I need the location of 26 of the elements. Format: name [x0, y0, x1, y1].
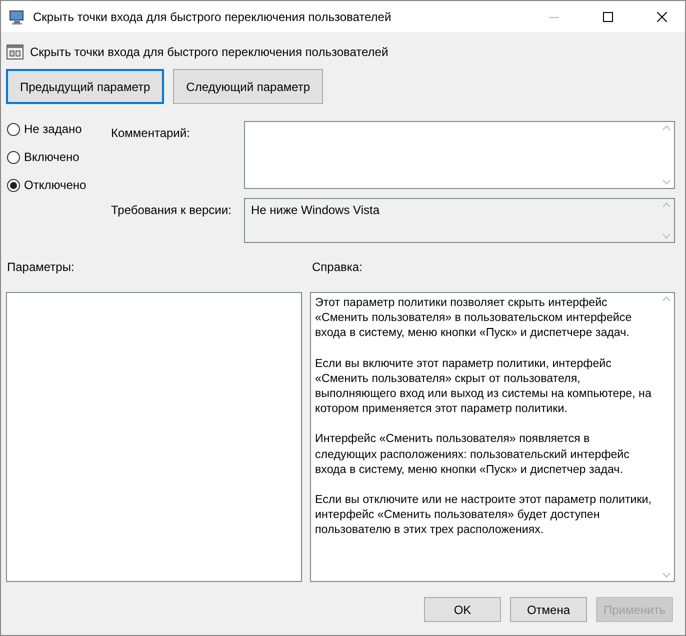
radio-label: Не задано — [24, 122, 82, 136]
radio-button[interactable] — [7, 178, 20, 192]
radio-label: Включено — [24, 150, 80, 164]
close-icon — [657, 12, 667, 22]
radio-label: Отключено — [24, 178, 86, 192]
nav-button[interactable]: Следующий параметр — [173, 69, 324, 104]
help-paragraph: Если вы включите этот параметр политики, интерфейс «Сменить пользователя» скрыт от пользователя, выполняющего вход или выход из системы на компьютере, на котором применяется этот параметр политики. — [315, 356, 652, 416]
options-label: Параметры: — [6, 260, 76, 274]
radio-button[interactable] — [7, 150, 20, 164]
help-label: Справка: — [312, 260, 362, 274]
comment-label: Комментарий: — [111, 125, 191, 142]
dialog-button[interactable]: OK — [424, 597, 501, 622]
nav-button[interactable]: Предыдущий параметр — [6, 69, 164, 104]
settings-window-icon — [6, 43, 24, 61]
radio-button[interactable] — [7, 122, 20, 136]
requirements-label: Требования к версии: — [111, 202, 232, 219]
policy-title: Скрыть точки входа для быстрого переключения пользователей — [30, 45, 388, 59]
dialog-button[interactable]: Отмена — [510, 597, 587, 622]
maximize-icon — [603, 12, 613, 22]
comment-field[interactable] — [244, 121, 675, 189]
computer-icon — [9, 8, 25, 24]
requirements-text: Не ниже Windows Vista — [250, 202, 381, 219]
help-paragraph: Интерфейс «Сменить пользователя» появляется в следующих расположениях: пользовательский интерфейс входа в систему, меню кнопки «Пуск» и диспетчер задач. — [315, 431, 630, 478]
help-paragraph: Если вы отключите или не настроите этот параметр политики, интерфейс «Сменить пользователя» будет доступен пользователю в этих трех расположениях. — [315, 492, 653, 538]
help-paragraph: Этот параметр политики позволяет скрыть интерфейс «Сменить пользователя» в пользовательском интерфейсе входа в систему, меню кнопки «Пуск» и диспетчере задач. — [315, 295, 633, 341]
window-title: Скрыть точки входа для быстрого переключения пользователей — [33, 10, 392, 24]
